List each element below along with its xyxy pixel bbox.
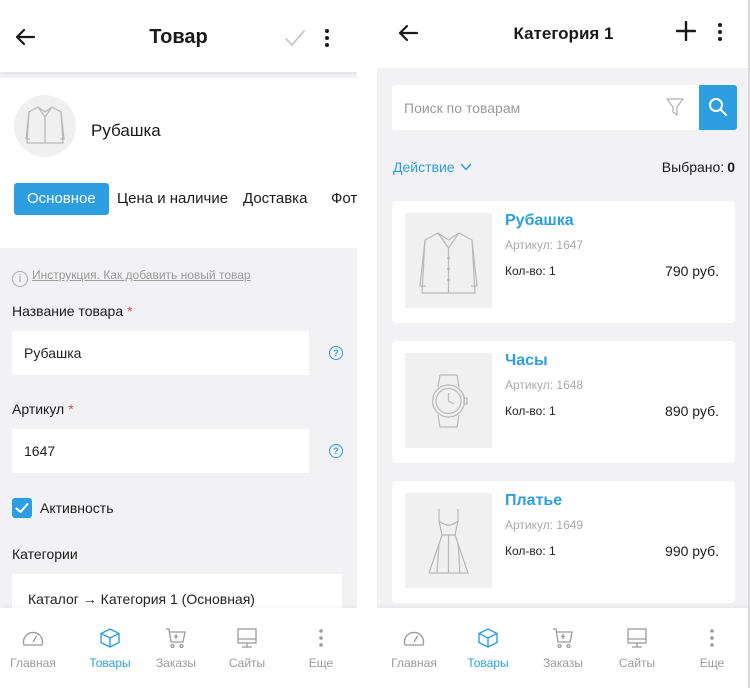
cart-icon — [553, 628, 573, 649]
nav-label: Еще — [308, 656, 334, 670]
required-mark: * — [127, 303, 133, 319]
product-name[interactable]: Платье — [505, 492, 562, 510]
nav-item-orders[interactable]: Заказы — [532, 608, 594, 688]
nav-label: Еще — [699, 656, 725, 670]
product-name: Рубашка — [91, 121, 161, 140]
product-name[interactable]: Рубашка — [505, 212, 574, 230]
product-card[interactable]: Часы Артикул: 1648 Кол-во: 1 890 руб. — [392, 341, 735, 463]
nav-item-more[interactable]: Еще — [290, 608, 352, 688]
nav-label: Товары — [89, 656, 131, 670]
app-header: Категория 1 — [377, 0, 750, 68]
product-qty: Кол-во: 1 — [505, 404, 556, 418]
selected-counter: Выбрано: 0 — [662, 159, 735, 175]
nav-item-home[interactable]: Главная — [383, 608, 445, 688]
search-input[interactable] — [392, 85, 652, 130]
categories-label: Категории — [12, 546, 78, 562]
product-price: 790 руб. — [665, 263, 719, 279]
nav-label: Главная — [391, 656, 437, 670]
product-card[interactable]: Рубашка Артикул: 1647 Кол-во: 1 790 руб. — [392, 201, 735, 323]
instruction-link-text: Инструкция. Как добавить новый товар — [32, 268, 251, 282]
tab-delivery[interactable]: Доставка — [243, 183, 307, 215]
app-header: Товар — [0, 0, 357, 72]
product-edit-screen: Товар Рубашка Основное Цена и наличие До… — [0, 0, 357, 688]
product-sku: Артикул: 1649 — [505, 518, 584, 532]
check-icon[interactable] — [283, 27, 307, 49]
product-summary: Рубашка Основное Цена и наличие Доставка… — [0, 78, 357, 248]
box-icon — [478, 628, 498, 648]
product-name[interactable]: Часы — [505, 352, 548, 370]
info-icon: i — [12, 271, 28, 287]
active-checkbox[interactable] — [12, 498, 32, 518]
nav-item-products[interactable]: Товары — [457, 608, 519, 688]
product-card[interactable]: Платье Артикул: 1649 Кол-во: 1 990 руб. — [392, 481, 735, 603]
shirt-icon — [25, 106, 65, 144]
more-vertical-icon — [319, 629, 323, 647]
nav-label: Сайты — [228, 656, 266, 670]
help-icon[interactable]: ? — [329, 444, 343, 458]
product-name-label: Название товара * — [12, 303, 133, 319]
bottom-nav: Главная Товары Заказы Сайты Еще — [0, 608, 357, 688]
nav-label: Заказы — [155, 656, 197, 670]
product-image — [405, 353, 492, 448]
product-thumbnail — [14, 95, 76, 157]
instruction-link[interactable]: i Инструкция. Как добавить новый товар — [12, 268, 251, 287]
nav-label: Товары — [467, 656, 509, 670]
product-price: 890 руб. — [665, 403, 719, 419]
action-dropdown-label: Действие — [393, 159, 455, 175]
sku-label: Артикул * — [12, 401, 74, 417]
search-icon — [709, 98, 727, 116]
dress-icon — [428, 509, 469, 574]
monitor-icon — [627, 628, 647, 648]
required-mark: * — [68, 401, 74, 417]
nav-item-orders[interactable]: Заказы — [145, 608, 207, 688]
tab-price-stock[interactable]: Цена и наличие — [117, 183, 228, 215]
nav-item-more[interactable]: Еще — [681, 608, 743, 688]
nav-item-products[interactable]: Товары — [79, 608, 141, 688]
product-qty: Кол-во: 1 — [505, 544, 556, 558]
product-name-label-text: Название товара — [12, 303, 124, 319]
search-bar — [392, 85, 737, 130]
more-vertical-icon — [710, 629, 714, 647]
dashboard-icon — [403, 631, 425, 646]
filter-icon[interactable] — [665, 96, 685, 118]
watch-icon — [431, 374, 468, 428]
product-qty: Кол-во: 1 — [505, 264, 556, 278]
sku-label-text: Артикул — [12, 401, 65, 417]
sku-input[interactable] — [12, 429, 309, 473]
product-image — [405, 493, 492, 588]
check-icon — [15, 503, 29, 513]
nav-item-home[interactable]: Главная — [2, 608, 64, 688]
product-price: 990 руб. — [665, 543, 719, 559]
shirt-icon — [419, 232, 478, 294]
nav-item-sites[interactable]: Сайты — [216, 608, 278, 688]
product-image — [405, 213, 492, 308]
more-vertical-icon[interactable] — [322, 27, 332, 51]
selected-counter-value: 0 — [727, 159, 735, 175]
bottom-nav: Главная Товары Заказы Сайты Еще — [377, 608, 750, 688]
nav-label: Заказы — [542, 656, 584, 670]
active-checkbox-label: Активность — [40, 500, 114, 516]
product-name-input[interactable] — [12, 331, 309, 375]
cart-icon — [166, 628, 186, 649]
box-icon — [100, 628, 120, 648]
nav-item-sites[interactable]: Сайты — [606, 608, 668, 688]
help-icon[interactable]: ? — [329, 346, 343, 360]
nav-label: Главная — [10, 656, 56, 670]
search-button[interactable] — [699, 85, 737, 130]
nav-label: Сайты — [618, 656, 656, 670]
tab-main[interactable]: Основное — [14, 183, 109, 215]
plus-icon[interactable] — [676, 21, 696, 41]
product-sku: Артикул: 1647 — [505, 238, 584, 252]
category-screen: Категория 1 Действие Выбрано:0 — [377, 0, 750, 688]
monitor-icon — [237, 628, 257, 648]
action-dropdown[interactable]: Действие — [393, 159, 472, 175]
dashboard-icon — [22, 631, 44, 646]
tab-photo[interactable]: Фото — [331, 183, 357, 215]
selected-counter-label: Выбрано: — [661, 159, 725, 175]
more-vertical-icon[interactable] — [715, 21, 725, 45]
product-sku: Артикул: 1648 — [505, 378, 584, 392]
chevron-down-icon — [461, 163, 472, 171]
